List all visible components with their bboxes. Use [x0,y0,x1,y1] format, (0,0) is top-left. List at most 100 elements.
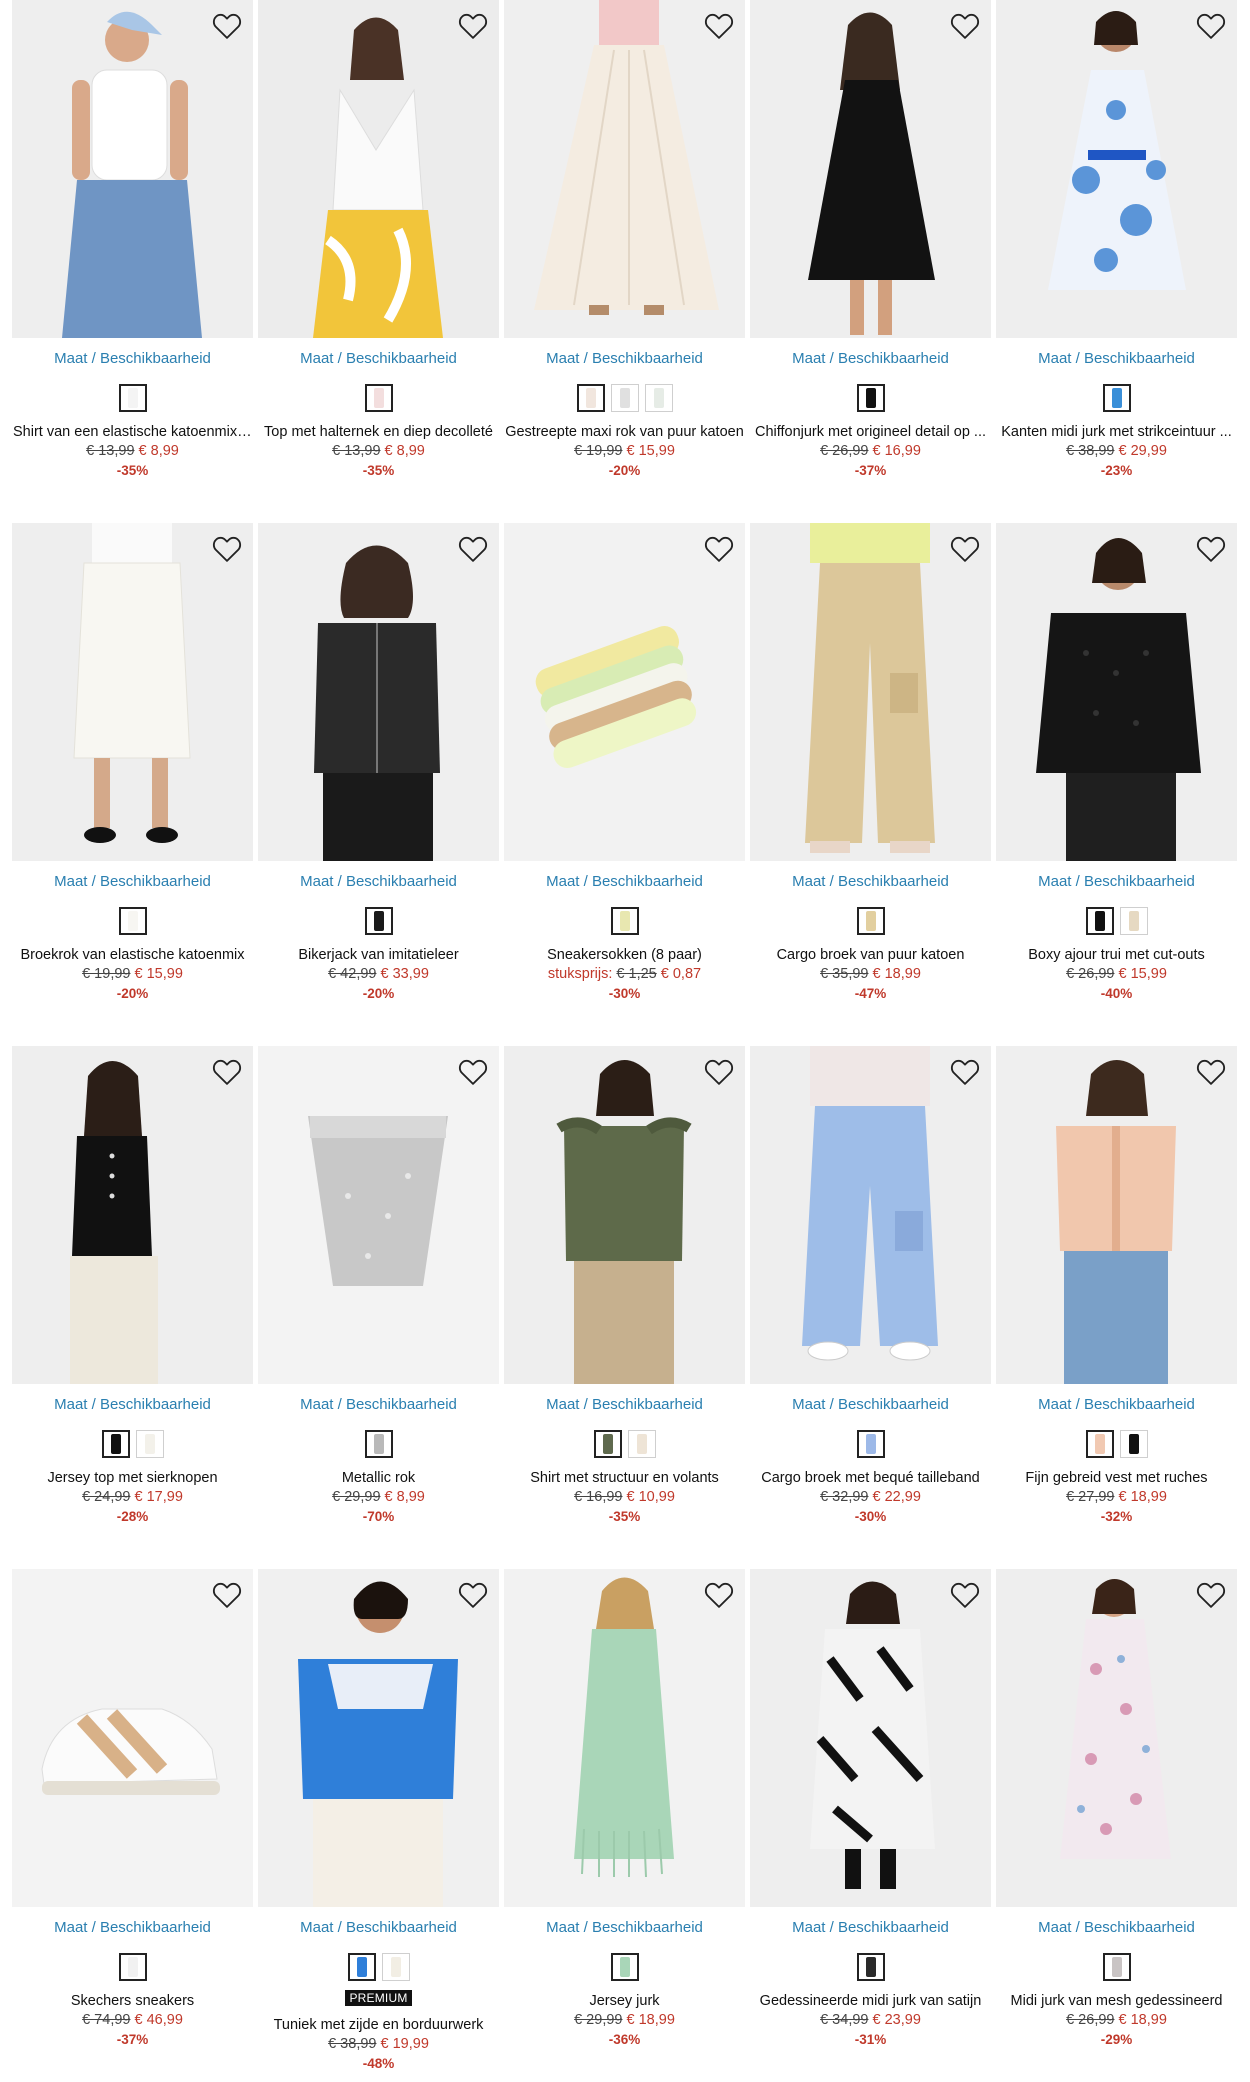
wishlist-heart-icon[interactable] [1195,1579,1227,1611]
product-card-16[interactable]: Maat / Beschikbaarheid Skechers sneakers… [12,1569,253,2082]
product-photo[interactable] [504,0,745,338]
product-card-10[interactable]: Maat / Beschikbaarheid Boxy ajour trui m… [996,523,1237,1046]
size-availability-link[interactable]: Maat / Beschikbaarheid [504,873,745,891]
color-swatch[interactable] [627,1430,656,1458]
product-card-20[interactable]: Maat / Beschikbaarheid Midi jurk van mes… [996,1569,1237,2082]
product-photo[interactable] [12,0,253,338]
product-card-15[interactable]: Maat / Beschikbaarheid Fijn gebreid vest… [996,1046,1237,1569]
product-title[interactable]: Bikerjack van imitatieleer [258,946,499,964]
product-card-5[interactable]: Maat / Beschikbaarheid Kanten midi jurk … [996,0,1237,523]
product-photo[interactable] [750,523,991,861]
color-swatch[interactable] [381,1953,410,1981]
product-card-4[interactable]: Maat / Beschikbaarheid Chiffonjurk met o… [750,0,991,523]
wishlist-heart-icon[interactable] [703,10,735,42]
product-photo[interactable] [504,1046,745,1384]
product-card-11[interactable]: Maat / Beschikbaarheid Jersey top met si… [12,1046,253,1569]
product-photo[interactable] [750,1569,991,1907]
wishlist-heart-icon[interactable] [949,10,981,42]
product-card-19[interactable]: Maat / Beschikbaarheid Gedessineerde mid… [750,1569,991,2082]
wishlist-heart-icon[interactable] [211,1579,243,1611]
color-swatch[interactable] [364,1430,393,1458]
product-photo[interactable] [504,523,745,861]
size-availability-link[interactable]: Maat / Beschikbaarheid [12,350,253,368]
color-swatch[interactable] [1102,384,1131,412]
size-availability-link[interactable]: Maat / Beschikbaarheid [258,350,499,368]
product-photo[interactable] [996,0,1237,338]
color-swatch[interactable] [856,907,885,935]
product-title[interactable]: Fijn gebreid vest met ruches [996,1469,1237,1487]
product-title[interactable]: Boxy ajour trui met cut-outs [996,946,1237,964]
color-swatch[interactable] [135,1430,164,1458]
product-title[interactable]: Metallic rok [258,1469,499,1487]
product-photo[interactable] [258,1569,499,1907]
wishlist-heart-icon[interactable] [703,1056,735,1088]
size-availability-link[interactable]: Maat / Beschikbaarheid [12,1919,253,1937]
size-availability-link[interactable]: Maat / Beschikbaarheid [996,350,1237,368]
product-title[interactable]: Kanten midi jurk met strikceintuur ... [996,423,1237,441]
product-title[interactable]: Jersey jurk [504,1992,745,2010]
size-availability-link[interactable]: Maat / Beschikbaarheid [504,350,745,368]
product-card-2[interactable]: Maat / Beschikbaarheid Top met halternek… [258,0,499,523]
wishlist-heart-icon[interactable] [457,10,489,42]
product-photo[interactable] [258,0,499,338]
product-title[interactable]: Broekrok van elastische katoenmix [12,946,253,964]
color-swatch[interactable] [593,1430,622,1458]
color-swatch[interactable] [1085,907,1114,935]
size-availability-link[interactable]: Maat / Beschikbaarheid [504,1396,745,1414]
color-swatch[interactable] [101,1430,130,1458]
color-swatch[interactable] [118,384,147,412]
color-swatch[interactable] [1119,907,1148,935]
product-card-13[interactable]: Maat / Beschikbaarheid Shirt met structu… [504,1046,745,1569]
color-swatch[interactable] [1119,1430,1148,1458]
product-title[interactable]: Jersey top met sierknopen [12,1469,253,1487]
product-photo[interactable] [12,1569,253,1907]
product-title[interactable]: Top met halternek en diep decolleté [258,423,499,441]
wishlist-heart-icon[interactable] [211,1056,243,1088]
color-swatch[interactable] [610,1953,639,1981]
wishlist-heart-icon[interactable] [703,1579,735,1611]
product-photo[interactable] [996,1046,1237,1384]
product-title[interactable]: Shirt van een elastische katoenmix ... [12,423,253,441]
color-swatch[interactable] [644,384,673,412]
wishlist-heart-icon[interactable] [211,533,243,565]
color-swatch[interactable] [856,1430,885,1458]
product-card-8[interactable]: Maat / Beschikbaarheid Sneakersokken (8 … [504,523,745,1046]
product-card-12[interactable]: Maat / Beschikbaarheid Metallic rok € 29… [258,1046,499,1569]
product-title[interactable]: Gestreepte maxi rok van puur katoen [504,423,745,441]
color-swatch[interactable] [610,384,639,412]
color-swatch[interactable] [347,1953,376,1981]
product-card-1[interactable]: Maat / Beschikbaarheid Shirt van een ela… [12,0,253,523]
product-photo[interactable] [258,523,499,861]
product-title[interactable]: Cargo broek met bequé tailleband [750,1469,991,1487]
product-photo[interactable] [750,0,991,338]
product-title[interactable]: Cargo broek van puur katoen [750,946,991,964]
color-swatch[interactable] [118,907,147,935]
size-availability-link[interactable]: Maat / Beschikbaarheid [750,1919,991,1937]
product-title[interactable]: Sneakersokken (8 paar) [504,946,745,964]
wishlist-heart-icon[interactable] [457,1056,489,1088]
wishlist-heart-icon[interactable] [457,533,489,565]
product-title[interactable]: Chiffonjurk met origineel detail op ... [750,423,991,441]
size-availability-link[interactable]: Maat / Beschikbaarheid [750,350,991,368]
wishlist-heart-icon[interactable] [1195,533,1227,565]
size-availability-link[interactable]: Maat / Beschikbaarheid [996,1396,1237,1414]
product-title[interactable]: Skechers sneakers [12,1992,253,2010]
wishlist-heart-icon[interactable] [211,10,243,42]
product-title[interactable]: Shirt met structuur en volants [504,1469,745,1487]
product-card-17[interactable]: Maat / Beschikbaarheid PREMIUM Tuniek me… [258,1569,499,2082]
color-swatch[interactable] [856,1953,885,1981]
size-availability-link[interactable]: Maat / Beschikbaarheid [258,873,499,891]
product-card-18[interactable]: Maat / Beschikbaarheid Jersey jurk € 29,… [504,1569,745,2082]
color-swatch[interactable] [1102,1953,1131,1981]
color-swatch[interactable] [1085,1430,1114,1458]
product-photo[interactable] [996,523,1237,861]
product-card-3[interactable]: Maat / Beschikbaarheid Gestreepte maxi r… [504,0,745,523]
product-title[interactable]: Gedessineerde midi jurk van satijn [750,1992,991,2010]
color-swatch[interactable] [576,384,605,412]
size-availability-link[interactable]: Maat / Beschikbaarheid [504,1919,745,1937]
color-swatch[interactable] [364,384,393,412]
color-swatch[interactable] [364,907,393,935]
product-title[interactable]: Midi jurk van mesh gedessineerd [996,1992,1237,2010]
size-availability-link[interactable]: Maat / Beschikbaarheid [996,1919,1237,1937]
product-photo[interactable] [504,1569,745,1907]
